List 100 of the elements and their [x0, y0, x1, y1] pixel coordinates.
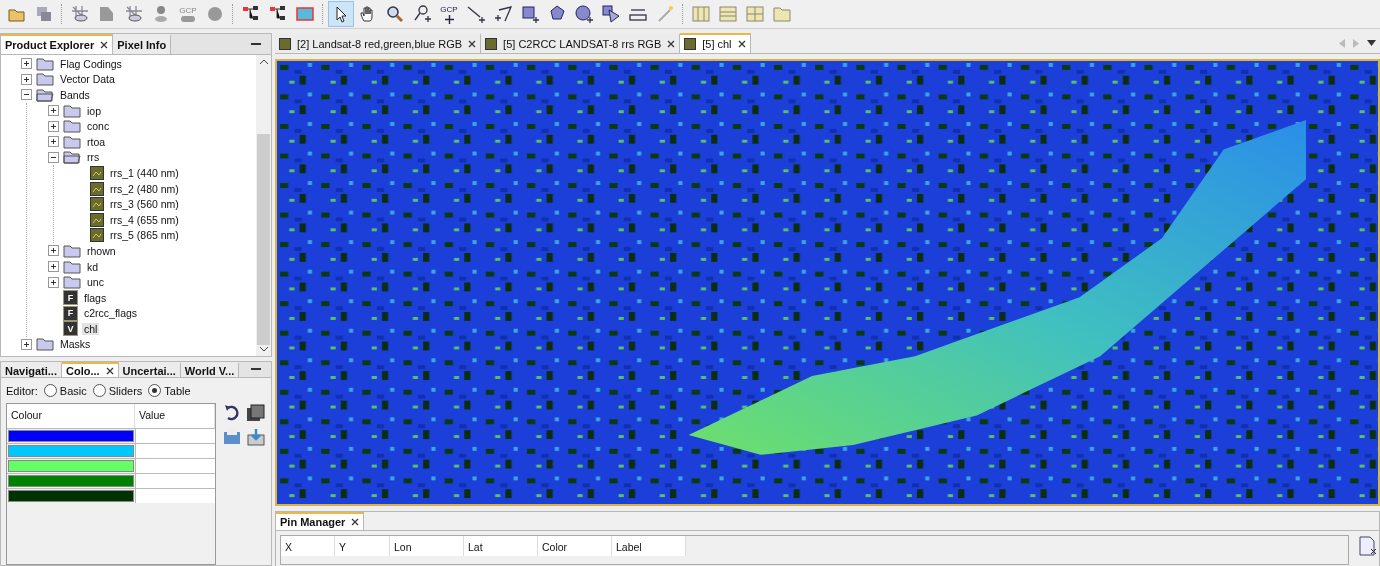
tree-item[interactable]: Masks: [58, 338, 93, 351]
band-image-icon: [279, 38, 291, 50]
band-image-icon: [485, 38, 498, 50]
windows-icon: [34, 4, 54, 24]
scrollbar[interactable]: [256, 55, 271, 356]
panel-tab[interactable]: Navigati...: [1, 362, 62, 377]
tree-item[interactable]: kd: [85, 260, 101, 273]
close-icon[interactable]: [100, 41, 109, 49]
folder-icon: [36, 72, 54, 87]
minimize-icon[interactable]: [251, 42, 261, 46]
close-icon[interactable]: [737, 40, 746, 48]
panel-tab[interactable]: Pin Manager: [276, 512, 365, 530]
expand-toggle[interactable]: [48, 151, 59, 163]
value-cell[interactable]: [135, 459, 215, 473]
folder-icon: [63, 119, 81, 134]
folder-icon: [36, 337, 54, 352]
close-icon[interactable]: [351, 518, 360, 526]
expand-toggle[interactable]: [21, 89, 32, 101]
tree-item[interactable]: rhown: [85, 244, 118, 257]
tree-item[interactable]: c2rcc_flags: [82, 307, 140, 320]
tree-item[interactable]: Bands: [58, 89, 92, 101]
tree-item[interactable]: rrs_5 (865 nm): [108, 229, 181, 242]
band-image-icon: [90, 197, 104, 212]
band-image-icon: [90, 181, 104, 196]
tree-item[interactable]: rrs_1 (440 nm): [108, 166, 181, 179]
radio-label[interactable]: Basic: [59, 384, 87, 397]
panel-tab[interactable]: Uncertai...: [118, 362, 181, 377]
expand-toggle[interactable]: [48, 276, 59, 288]
expand-toggle[interactable]: [48, 261, 59, 272]
tree-item[interactable]: rrs_4 (655 nm): [108, 213, 181, 226]
tree-item[interactable]: iop: [85, 104, 103, 117]
tile-windows-icon: [691, 4, 711, 24]
column-header: Value: [135, 404, 215, 428]
scroll-down-icon[interactable]: [259, 347, 268, 352]
pin-add-icon: [412, 4, 432, 24]
value-cell[interactable]: [135, 444, 215, 458]
radio-button[interactable]: [148, 384, 162, 397]
virtual-band-icon: V: [63, 321, 78, 337]
colour-swatch[interactable]: [8, 460, 134, 472]
multi-apply-icon[interactable]: [246, 403, 266, 423]
expand-toggle[interactable]: [21, 58, 32, 70]
colour-swatch[interactable]: [8, 430, 134, 442]
tree-item[interactable]: Vector Data: [58, 73, 117, 86]
folder-icon: [36, 88, 54, 102]
column-header: Colour: [7, 404, 135, 428]
radio-button[interactable]: [43, 384, 57, 397]
shape-new-icon: [601, 4, 621, 24]
band-image-icon: [90, 212, 104, 227]
minimize-icon[interactable]: [251, 368, 261, 371]
radio-button[interactable]: [92, 384, 106, 397]
expand-toggle[interactable]: [21, 73, 32, 85]
expand-toggle[interactable]: [48, 105, 59, 117]
panel-tab[interactable]: Colo...: [61, 362, 119, 377]
line-add-icon: [466, 4, 486, 24]
close-icon[interactable]: [105, 366, 114, 375]
column-header: Lon: [390, 536, 464, 556]
colour-swatch[interactable]: [8, 445, 134, 457]
search-icon: [385, 4, 405, 24]
polyline-add-icon: [493, 4, 513, 24]
expand-toggle[interactable]: [48, 120, 59, 132]
scroll-up-icon[interactable]: [259, 59, 268, 64]
value-cell[interactable]: [135, 474, 215, 488]
tree-item[interactable]: rrs: [85, 151, 102, 164]
radio-label[interactable]: Table: [164, 384, 191, 397]
panel-tab[interactable]: Pixel Info: [113, 34, 172, 54]
tree-item[interactable]: unc: [85, 276, 106, 289]
toolbar-button[interactable]: [328, 1, 354, 27]
folder-icon: [63, 150, 81, 165]
colour-swatch[interactable]: [8, 475, 134, 487]
ellipse-add-icon: [574, 4, 594, 24]
expand-toggle[interactable]: [48, 245, 59, 257]
expand-toggle[interactable]: [48, 136, 59, 148]
editor-label: Editor:: [6, 384, 38, 397]
value-cell[interactable]: [135, 429, 215, 443]
panel-tab[interactable]: World V...: [180, 362, 240, 377]
grid-eye-icon: [124, 4, 144, 24]
tree-item[interactable]: rtoa: [85, 135, 108, 148]
tree-item[interactable]: rrs_3 (560 nm): [108, 198, 181, 211]
radio-label[interactable]: Sliders: [108, 384, 143, 397]
tree-item[interactable]: Flag Codings: [58, 57, 124, 70]
value-cell[interactable]: [135, 489, 215, 503]
flag-band-icon: F: [63, 305, 78, 321]
tree-item[interactable]: flags: [82, 291, 109, 304]
dropdown-icon[interactable]: [1367, 40, 1376, 46]
flag-band-icon: F: [63, 290, 78, 306]
expand-toggle[interactable]: [21, 339, 32, 350]
tile-windows-icon: [718, 4, 738, 24]
column-header: Y: [335, 536, 390, 556]
folder-icon: [772, 4, 792, 24]
tree-item[interactable]: chl: [82, 322, 100, 335]
tree-item[interactable]: rrs_2 (480 nm): [108, 182, 181, 195]
document-tab[interactable]: [5] chl: [680, 33, 751, 53]
colour-swatch[interactable]: [8, 490, 134, 502]
panel-tab[interactable]: Product Explorer: [1, 34, 114, 54]
close-icon[interactable]: [667, 40, 676, 48]
blob-icon: [205, 4, 225, 24]
close-icon[interactable]: [468, 40, 477, 48]
band-image-icon: [90, 228, 104, 243]
folder-icon: [63, 259, 81, 274]
tree-item[interactable]: conc: [85, 120, 112, 133]
